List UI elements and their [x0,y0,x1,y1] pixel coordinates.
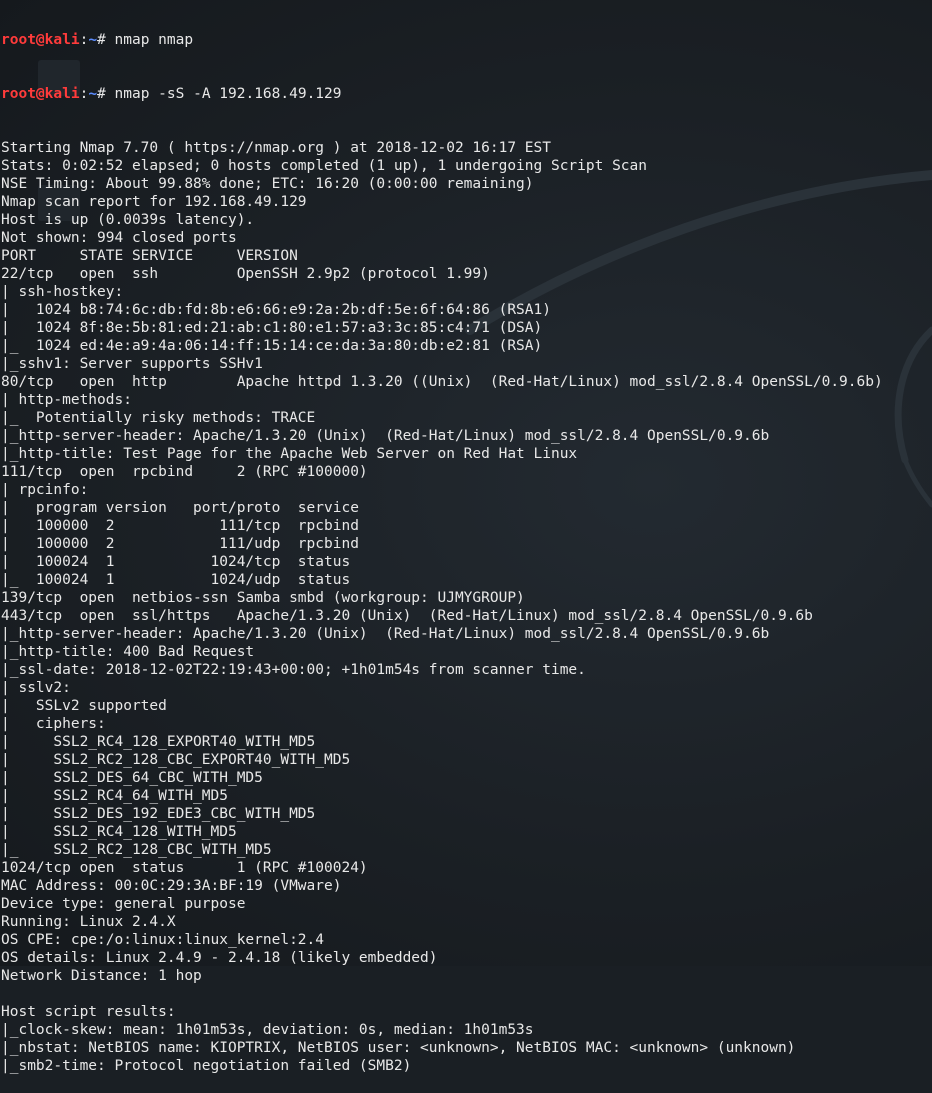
output-line: Nmap scan report for 192.168.49.129 [1,194,307,210]
output-line: |_sshv1: Server supports SSHv1 [1,356,263,372]
output-line: | SSL2_RC4_64_WITH_MD5 [1,788,228,804]
output-line: |_http-title: 400 Bad Request [1,644,255,660]
output-line: | SSL2_RC4_128_EXPORT40_WITH_MD5 [1,734,316,750]
output-line: Running: Linux 2.4.X [1,914,176,930]
previous-command-line: root@kali:~# nmap nmap [1,32,194,48]
prompt-line: root@kali:~# nmap -sS -A 192.168.49.129 [1,86,342,102]
output-line: | http-methods: [1,392,141,408]
output-line: Not shown: 994 closed ports [1,230,237,246]
output-line: |_ 1024 ed:4e:a9:4a:06:14:ff:15:14:ce:da… [1,338,543,354]
output-line: 80/tcp open http Apache httpd 1.3.20 ((U… [1,374,883,390]
output-line: |_smb2-time: Protocol negotiation failed… [1,1058,412,1074]
output-line: |_http-server-header: Apache/1.3.20 (Uni… [1,428,770,444]
output-line: 139/tcp open netbios-ssn Samba smbd (wor… [1,590,525,606]
output-line: OS details: Linux 2.4.9 - 2.4.18 (likely… [1,950,438,966]
output-line: | ssh-hostkey: [1,284,132,300]
output-line: | 100024 1 1024/tcp status [1,554,351,570]
prompt-user-host: root@kali [1,86,80,102]
output-line: Starting Nmap 7.70 ( https://nmap.org ) … [1,140,551,156]
output-line: Device type: general purpose [1,896,246,912]
output-line: |_ssl-date: 2018-12-02T22:19:43+00:00; +… [1,662,586,678]
output-line: | 1024 8f:8e:5b:81:ed:21:ab:c1:80:e1:57:… [1,320,543,336]
output-line: | SSL2_DES_64_CBC_WITH_MD5 [1,770,263,786]
output-line: | SSLv2 supported [1,698,167,714]
output-line: PORT STATE SERVICE VERSION [1,248,298,264]
output-line: 443/tcp open ssl/https Apache/1.3.20 (Un… [1,608,813,624]
output-line: MAC Address: 00:0C:29:3A:BF:19 (VMware) [1,878,342,894]
output-line: |_ Potentially risky methods: TRACE [1,410,316,426]
terminal-output[interactable]: root@kali:~# nmap nmap root@kali:~# nmap… [0,0,932,1093]
output-line: |_http-title: Test Page for the Apache W… [1,446,578,462]
output-line: |_ 100024 1 1024/udp status [1,572,351,588]
output-line: |_clock-skew: mean: 1h01m53s, deviation:… [1,1022,534,1038]
output-line: | program version port/proto service [1,500,359,516]
output-line: 111/tcp open rpcbind 2 (RPC #100000) [1,464,368,480]
prompt-path: ~ [88,86,98,102]
output-line: OS CPE: cpe:/o:linux:linux_kernel:2.4 [1,932,325,948]
output-line: | ciphers: [1,716,115,732]
output-line: | 100000 2 111/udp rpcbind [1,536,359,552]
output-line: | SSL2_RC2_128_CBC_EXPORT40_WITH_MD5 [1,752,351,768]
output-line: 22/tcp open ssh OpenSSH 2.9p2 (protocol … [1,266,490,282]
output-line: Host script results: [1,1004,176,1020]
scan-output: Starting Nmap 7.70 ( https://nmap.org ) … [0,139,932,1075]
output-line: | 1024 b8:74:6c:db:fd:8b:e6:66:e9:2a:2b:… [1,302,551,318]
output-line: |_ SSL2_RC2_128_CBC_WITH_MD5 [1,842,272,858]
command-text: nmap -sS -A 192.168.49.129 [114,86,342,102]
output-line: Host is up (0.0039s latency). [1,212,255,228]
output-line: Network Distance: 1 hop [1,968,202,984]
output-line: NSE Timing: About 99.88% done; ETC: 16:2… [1,176,534,192]
output-line: | 100000 2 111/tcp rpcbind [1,518,359,534]
output-line: |_nbstat: NetBIOS name: KIOPTRIX, NetBIO… [1,1040,796,1056]
output-line: |_http-server-header: Apache/1.3.20 (Uni… [1,626,770,642]
output-line: | sslv2: [1,680,80,696]
output-line: | rpcinfo: [1,482,98,498]
output-line: Stats: 0:02:52 elapsed; 0 hosts complete… [1,158,648,174]
output-line: 1024/tcp open status 1 (RPC #100024) [1,860,368,876]
output-line: | SSL2_DES_192_EDE3_CBC_WITH_MD5 [1,806,316,822]
output-line: | SSL2_RC4_128_WITH_MD5 [1,824,237,840]
